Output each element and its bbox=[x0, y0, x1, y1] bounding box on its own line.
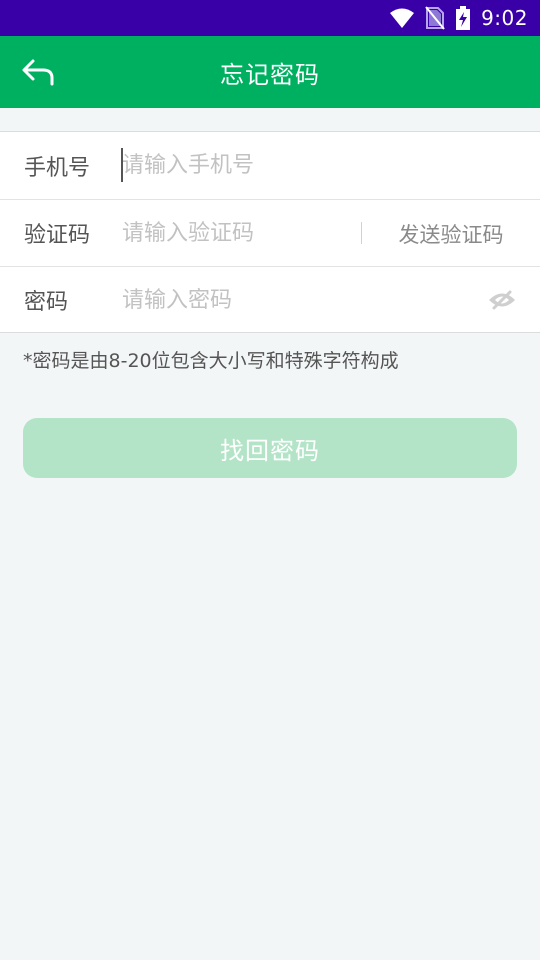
phone-input[interactable] bbox=[122, 145, 540, 186]
app-bar: 忘记密码 bbox=[0, 36, 540, 108]
password-visibility-toggle[interactable] bbox=[486, 287, 518, 313]
code-row: 验证码 发送验证码 bbox=[0, 199, 540, 266]
battery-charging-icon bbox=[455, 6, 471, 30]
reset-form: 手机号 验证码 发送验证码 密码 bbox=[0, 131, 540, 333]
status-bar: 9:02 bbox=[0, 0, 540, 36]
text-cursor bbox=[121, 148, 123, 182]
password-input[interactable] bbox=[122, 280, 540, 320]
send-code-button[interactable]: 发送验证码 bbox=[362, 200, 540, 267]
phone-label: 手机号 bbox=[24, 155, 91, 181]
back-arrow-icon bbox=[22, 59, 54, 86]
password-label: 密码 bbox=[24, 290, 69, 315]
back-button[interactable] bbox=[20, 54, 56, 90]
code-label: 验证码 bbox=[24, 223, 91, 248]
password-row: 密码 bbox=[0, 266, 540, 333]
page-title: 忘记密码 bbox=[220, 60, 320, 89]
code-input[interactable] bbox=[122, 213, 352, 253]
eye-off-icon bbox=[489, 290, 515, 310]
password-hint: *密码是由8-20位包含大小写和特殊字符构成 bbox=[23, 350, 399, 372]
wifi-icon bbox=[389, 7, 415, 29]
status-time: 9:02 bbox=[481, 6, 528, 30]
no-sim-icon bbox=[425, 6, 445, 30]
recover-password-button[interactable]: 找回密码 bbox=[23, 418, 517, 478]
phone-row: 手机号 bbox=[0, 132, 540, 199]
